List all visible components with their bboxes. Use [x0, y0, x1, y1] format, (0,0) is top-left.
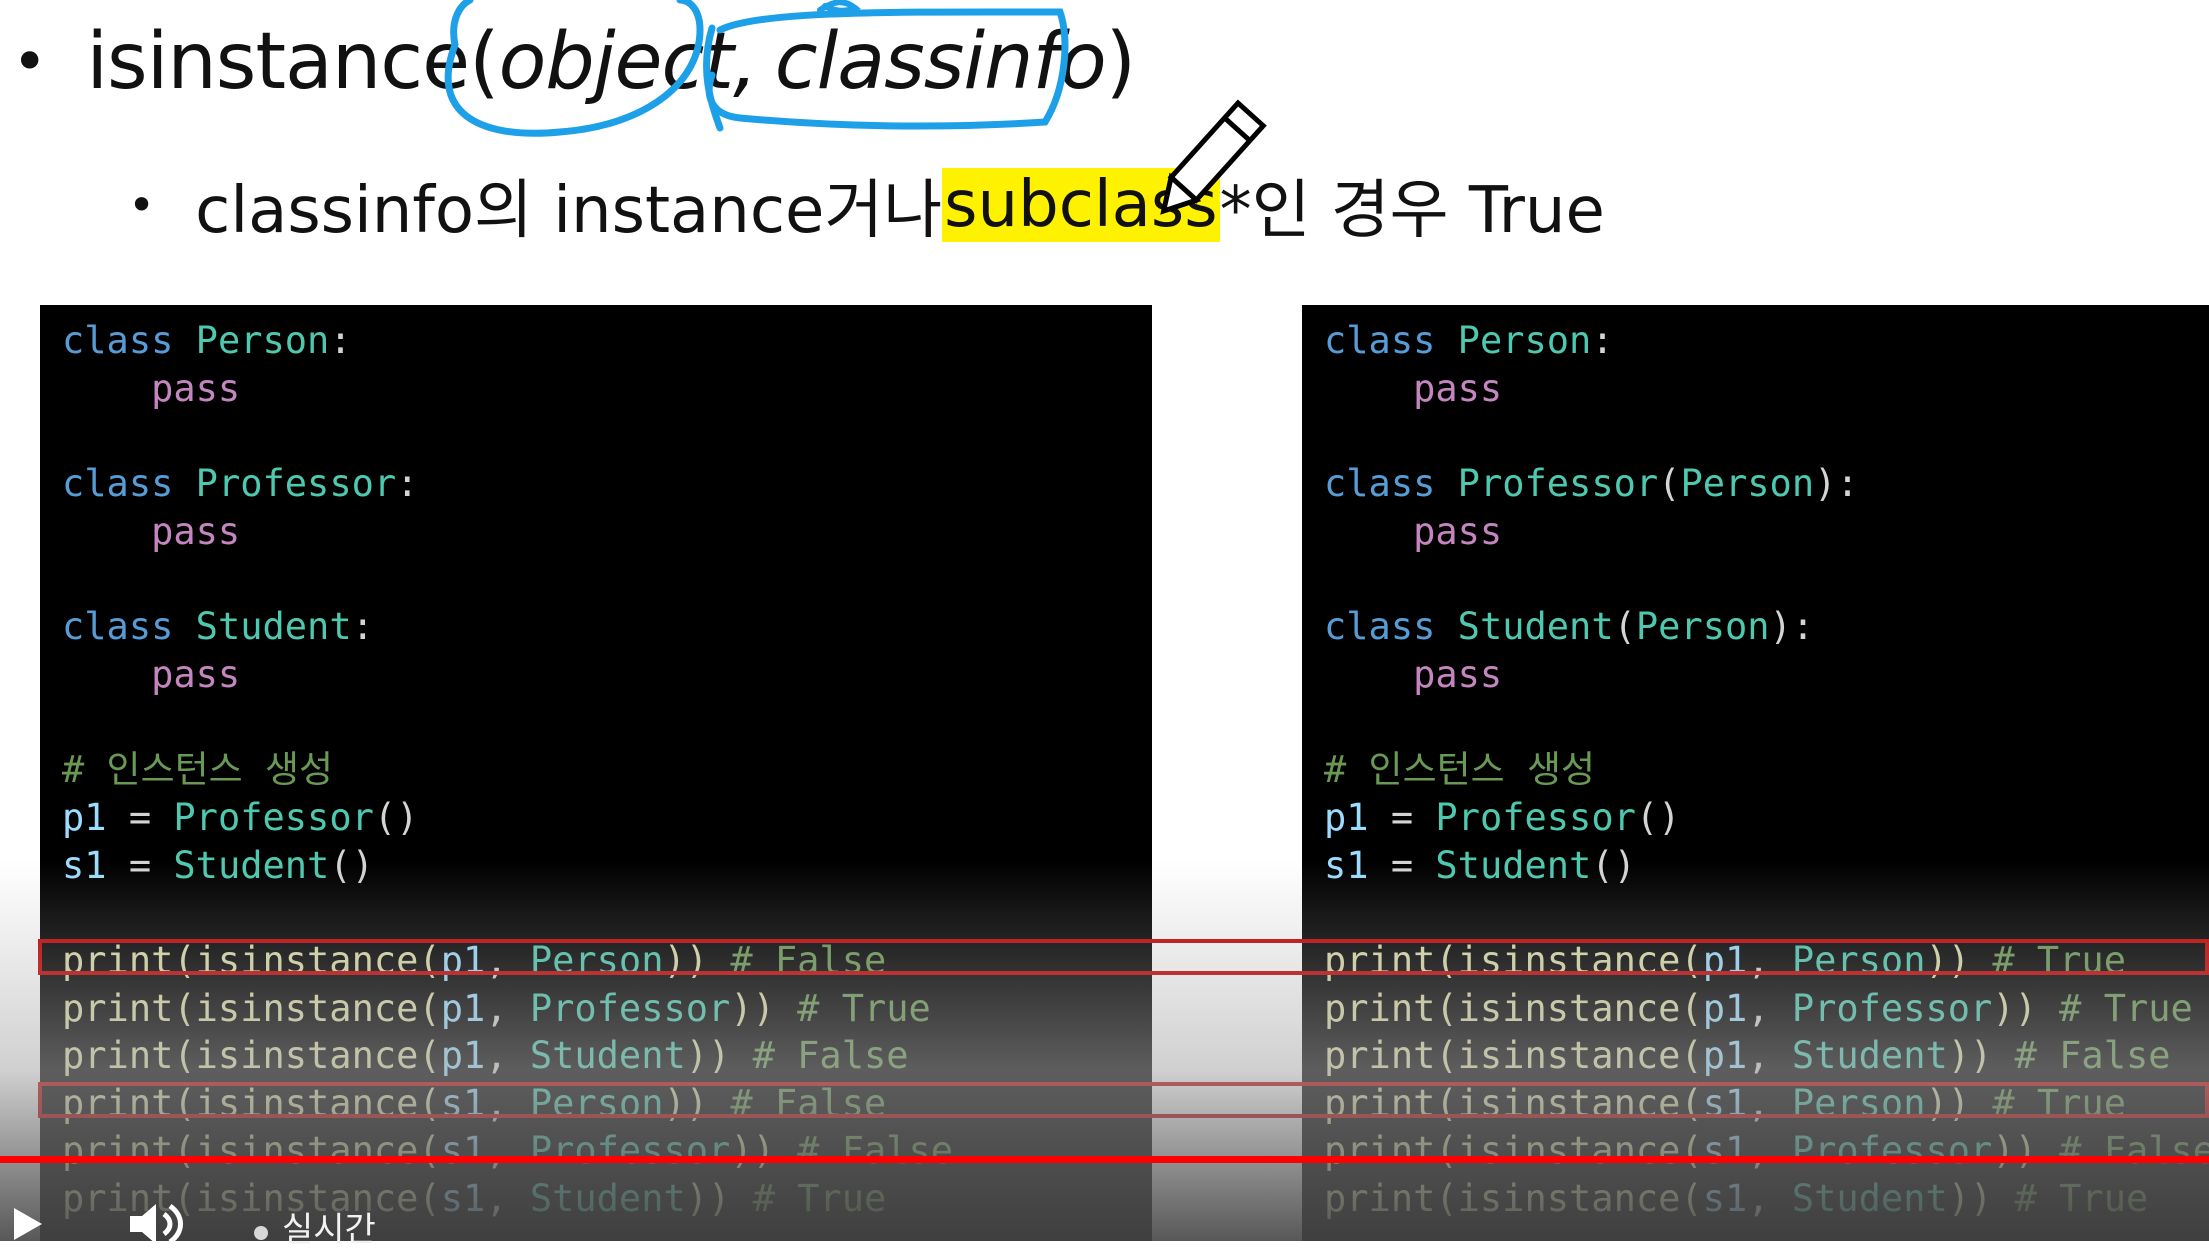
code-line: pass [1413, 367, 1503, 410]
slide-subtitle: • classinfo의 instance거나 subclass *인 경우 Tr… [128, 150, 1605, 260]
code-line: p1 = Professor() [1324, 796, 1681, 839]
code-line: pass [1413, 510, 1503, 553]
code-line: print(isinstance(s1, Student)) # True [1324, 1177, 2149, 1220]
code-line: print(isinstance(p1, Professor)) # True [1324, 987, 2193, 1030]
title-func: isinstance( [86, 16, 499, 107]
code-comment: # 인스턴스 생성 [62, 748, 334, 791]
code-line: s1 = Student() [62, 844, 374, 887]
title-close: ) [1105, 16, 1136, 107]
subtitle-after: *인 경우 True [1219, 174, 1605, 248]
code-line: print(isinstance(p1, Person)) # True [1324, 939, 2126, 982]
code-panel-right: class Person: pass class Professor(Perso… [1302, 305, 2209, 1241]
title-arg-object: object [498, 16, 734, 107]
subtitle-highlight: subclass [942, 168, 1220, 242]
code-line: print(isinstance(p1, Person)) # False [62, 939, 887, 982]
code-line: s1 = Student() [1324, 844, 1636, 887]
code-line: class Professor: [62, 462, 419, 505]
code-line: pass [151, 510, 241, 553]
title-separator: , [732, 16, 758, 107]
video-progress-bar[interactable] [0, 1156, 2209, 1163]
subtitle-before: classinfo의 instance거나 [195, 174, 943, 248]
code-line: class Person: [62, 319, 352, 362]
code-line: class Student: [62, 605, 374, 648]
code-line: p1 = Professor() [62, 796, 419, 839]
play-icon[interactable] [8, 1204, 48, 1244]
code-line: print(isinstance(s1, Person)) # False [62, 1082, 887, 1125]
title-arg-classinfo: classinfo [774, 16, 1107, 107]
live-indicator-dot [254, 1226, 268, 1240]
code-line: print(isinstance(p1, Student)) # False [1324, 1034, 2171, 1077]
live-label[interactable]: 실시간 [282, 1202, 376, 1251]
code-line: print(isinstance(s1, Professor)) # False [62, 1129, 954, 1172]
code-line: class Professor(Person): [1324, 462, 1859, 505]
code-line: print(isinstance(s1, Person)) # True [1324, 1082, 2126, 1125]
code-comment: # 인스턴스 생성 [1324, 748, 1596, 791]
code-line: print(isinstance(p1, Student)) # False [62, 1034, 909, 1077]
code-line: class Person: [1324, 319, 1614, 362]
player-controls: 실시간 [0, 1190, 600, 1250]
code-line: class Student(Person): [1324, 605, 1815, 648]
bullet-icon: • [128, 178, 156, 232]
code-panel-left: class Person: pass class Professor: pass… [40, 305, 1152, 1241]
code-line: pass [151, 367, 241, 410]
bullet-icon: • [12, 26, 47, 97]
code-line: print(isinstance(p1, Professor)) # True [62, 987, 931, 1030]
code-line: pass [1413, 653, 1503, 696]
slide-title: • isinstance(object, classinfo) [12, 4, 1136, 119]
code-line: print(isinstance(s1, Professor)) # False [1324, 1129, 2209, 1172]
code-line: pass [151, 653, 241, 696]
